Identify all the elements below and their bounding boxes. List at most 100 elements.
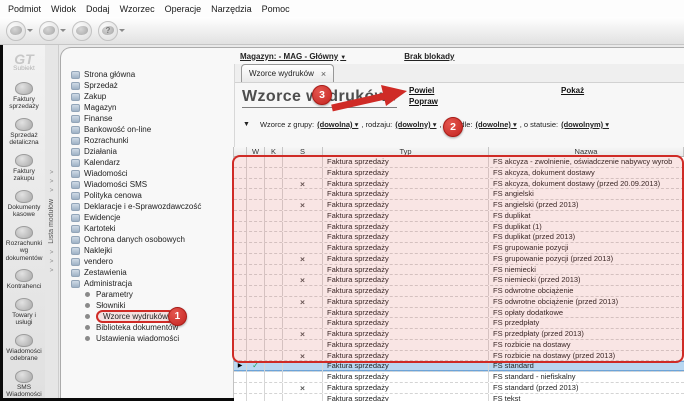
module-list-strip[interactable]: > > > Lista modułów > > > bbox=[45, 45, 59, 398]
table-row[interactable]: Faktura sprzedaży FS opłaty dodatkowe bbox=[234, 308, 684, 319]
module-item[interactable]: Towary i usługi bbox=[3, 295, 45, 331]
table-row[interactable]: Faktura sprzedaży FS tekst bbox=[234, 394, 684, 401]
filter-segment[interactable]: (dowolna) ▾ bbox=[317, 120, 358, 129]
tree-item[interactable]: Ustawienia wiadomości bbox=[61, 333, 234, 344]
filter-segment[interactable]: (dowolne) ▾ bbox=[475, 120, 516, 129]
tree-item[interactable]: Wzorce wydruków 1 bbox=[61, 311, 234, 322]
tree-item[interactable]: Sprzedaż bbox=[61, 80, 234, 91]
menu-item[interactable]: Podmiot bbox=[3, 4, 46, 14]
module-item[interactable]: Kontrahenci bbox=[3, 266, 45, 294]
cell-k bbox=[265, 189, 283, 199]
table-row[interactable]: Faktura sprzedaży FS przedpłaty bbox=[234, 318, 684, 329]
tree-item[interactable]: Finanse bbox=[61, 113, 234, 124]
close-icon[interactable]: × bbox=[321, 70, 326, 78]
tree-item[interactable]: Strona główna bbox=[61, 69, 234, 80]
table-row[interactable]: Faktura sprzedaży FS angielski bbox=[234, 189, 684, 200]
menu-item[interactable]: Dodaj bbox=[81, 4, 115, 14]
action-popraw[interactable]: Popraw bbox=[409, 97, 438, 106]
tree-item[interactable]: Biblioteka dokumentów bbox=[61, 322, 234, 333]
tab-wzorce-wydrukow[interactable]: Wzorce wydruków × bbox=[241, 64, 334, 82]
warehouse-selector[interactable]: Magazyn: - MAG - Główny▼ bbox=[240, 52, 346, 61]
dropdown-caret-icon[interactable] bbox=[60, 29, 66, 35]
tree-item[interactable]: Magazyn bbox=[61, 102, 234, 113]
tree-item[interactable]: Bankowość on-line bbox=[61, 124, 234, 135]
action-pokaz[interactable]: Pokaż bbox=[561, 86, 584, 95]
table-row[interactable]: Faktura sprzedaży FS niemiecki bbox=[234, 265, 684, 276]
cell-k bbox=[265, 318, 283, 328]
dropdown-caret-icon[interactable] bbox=[119, 29, 125, 35]
header-k[interactable]: K bbox=[265, 147, 283, 156]
table-row[interactable]: Faktura sprzedaży FS grupowanie pozycji bbox=[234, 243, 684, 254]
subject-icon[interactable] bbox=[5, 20, 34, 42]
tree-item[interactable]: Wiadomości bbox=[61, 168, 234, 179]
menu-item[interactable]: Wzorzec bbox=[115, 4, 160, 14]
tree-item[interactable]: Naklejki bbox=[61, 245, 234, 256]
table-row[interactable]: ▶ ✓ Faktura sprzedaży FS standard bbox=[234, 361, 684, 372]
dropdown-caret-icon[interactable] bbox=[27, 29, 33, 35]
table-row[interactable]: × Faktura sprzedaży FS akcyza, dokument … bbox=[234, 179, 684, 190]
tree-item[interactable]: Działania bbox=[61, 146, 234, 157]
tree-item[interactable]: Rozrachunki bbox=[61, 135, 234, 146]
cell-w bbox=[247, 157, 265, 167]
tree-item[interactable]: vendero bbox=[61, 256, 234, 267]
tree-item[interactable]: Zakup bbox=[61, 91, 234, 102]
module-item[interactable]: Sprzedaż detaliczna bbox=[3, 115, 45, 151]
table-row[interactable]: Faktura sprzedaży FS standard - niefiska… bbox=[234, 372, 684, 383]
table-row[interactable]: × Faktura sprzedaży FS standard (przed 2… bbox=[234, 383, 684, 394]
tree-item[interactable]: Zestawienia bbox=[61, 267, 234, 278]
table-row[interactable]: Faktura sprzedaży FS duplikat (przed 201… bbox=[234, 232, 684, 243]
module-item[interactable]: Wiadomości odebrane bbox=[3, 331, 45, 367]
module-item[interactable]: Rozrachunki wg dokumentów bbox=[3, 223, 45, 266]
lock-status-link[interactable]: Brak blokady bbox=[404, 52, 454, 61]
tree-item[interactable]: Ewidencje bbox=[61, 212, 234, 223]
tree-item[interactable]: Deklaracje i e-Sprawozdawczość bbox=[61, 201, 234, 212]
filter-segment[interactable]: (dowolny) ▾ bbox=[395, 120, 436, 129]
header-typ[interactable]: Typ bbox=[323, 147, 489, 156]
table-row[interactable]: × Faktura sprzedaży FS rozbicie na dosta… bbox=[234, 351, 684, 362]
tree-item[interactable]: Kalendarz bbox=[61, 157, 234, 168]
module-item[interactable]: SMS Wiadomości robocze bbox=[3, 367, 45, 399]
table-row[interactable]: × Faktura sprzedaży FS niemiecki (przed … bbox=[234, 275, 684, 286]
help-icon[interactable]: ? bbox=[97, 20, 126, 42]
table-row[interactable]: Faktura sprzedaży FS akcyza, dokument do… bbox=[234, 168, 684, 179]
table-row[interactable]: × Faktura sprzedaży FS odwrotne obciążen… bbox=[234, 297, 684, 308]
header-nazwa[interactable]: Nazwa bbox=[489, 147, 684, 156]
menu-item[interactable]: Operacje bbox=[160, 4, 207, 14]
tree-item[interactable]: Administracja bbox=[61, 278, 234, 289]
cell-w bbox=[247, 211, 265, 221]
table-row[interactable]: × Faktura sprzedaży FS przedpłaty (przed… bbox=[234, 329, 684, 340]
header-s[interactable]: S bbox=[283, 147, 323, 156]
filter-expander-icon[interactable]: ▼ bbox=[243, 121, 250, 128]
tree-item[interactable]: Wiadomości SMS bbox=[61, 179, 234, 190]
mail-icon[interactable] bbox=[38, 20, 67, 42]
cell-k bbox=[265, 157, 283, 167]
tree-item[interactable]: Kartoteki bbox=[61, 223, 234, 234]
page-title[interactable]: Wzorce wydruków ▾ bbox=[242, 88, 397, 108]
user-icon[interactable] bbox=[71, 20, 93, 42]
cell-s: × bbox=[283, 297, 323, 307]
table-row[interactable]: × Faktura sprzedaży FS grupowanie pozycj… bbox=[234, 254, 684, 265]
table-row[interactable]: × Faktura sprzedaży FS angielski (przed … bbox=[234, 200, 684, 211]
cell-typ: Faktura sprzedaży bbox=[323, 157, 489, 167]
tree-item[interactable]: Parametry bbox=[61, 289, 234, 300]
module-item[interactable]: Faktury zakupu bbox=[3, 151, 45, 187]
table-row[interactable]: Faktura sprzedaży FS akcyza - zwolnienie… bbox=[234, 157, 684, 168]
filter-segment: , o statusie: bbox=[520, 120, 558, 129]
menu-item[interactable]: Pomoc bbox=[257, 4, 295, 14]
header-w[interactable]: W bbox=[247, 147, 265, 156]
row-selector-cell bbox=[234, 211, 247, 221]
cell-s: × bbox=[283, 200, 323, 210]
table-row[interactable]: Faktura sprzedaży FS rozbicie na dostawy bbox=[234, 340, 684, 351]
action-powiel[interactable]: Powiel bbox=[409, 86, 438, 95]
table-row[interactable]: Faktura sprzedaży FS duplikat bbox=[234, 211, 684, 222]
workspace: GT Subiekt Faktury sprzedaży Sprzedaż de… bbox=[0, 45, 684, 401]
tree-item[interactable]: Polityka cenowa bbox=[61, 190, 234, 201]
filter-segment[interactable]: (dowolnym) ▾ bbox=[561, 120, 609, 129]
menu-item[interactable]: Widok bbox=[46, 4, 81, 14]
tree-item[interactable]: Ochrona danych osobowych bbox=[61, 234, 234, 245]
table-row[interactable]: Faktura sprzedaży FS duplikat (1) bbox=[234, 222, 684, 233]
module-item[interactable]: Dokumenty kasowe bbox=[3, 187, 45, 223]
table-row[interactable]: Faktura sprzedaży FS odwrotne obciążenie bbox=[234, 286, 684, 297]
module-item[interactable]: Faktury sprzedaży bbox=[3, 79, 45, 115]
menu-item[interactable]: Narzędzia bbox=[206, 4, 257, 14]
